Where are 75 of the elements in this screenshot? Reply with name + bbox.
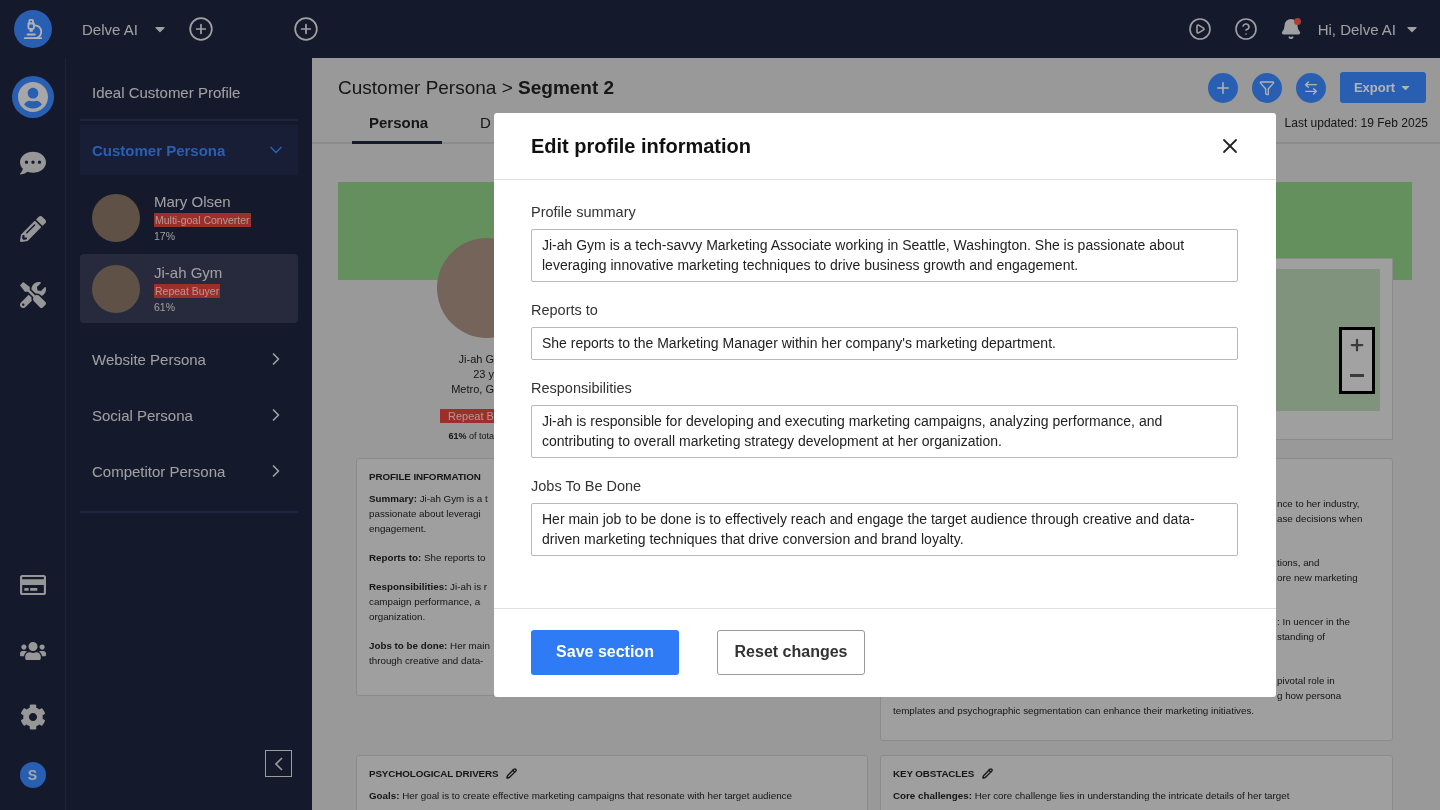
card-text: Reports to: She reports to: [369, 551, 486, 565]
card-text: : In uencer in the: [1277, 615, 1350, 629]
card-text: Goals: Her goal is to create effective marketing campaigns that resonate with her target audience: [369, 789, 792, 803]
card-text: engagement.: [369, 522, 427, 536]
card-text: templates and psychographic segmentation can enhance their marketing initiatives.: [893, 704, 1255, 718]
photo-placeholder: [92, 264, 140, 313]
edit-icon[interactable]: [506, 768, 518, 779]
add-icon[interactable]: [292, 16, 319, 42]
tab[interactable]: Persona: [352, 103, 442, 144]
nav-group[interactable]: Social Persona: [80, 387, 298, 443]
tab[interactable]: D: [480, 103, 491, 144]
microscope-logo[interactable]: [14, 10, 52, 48]
photo-placeholder: [92, 193, 140, 242]
card-text: Summary: Ji-ah Gym is a t: [369, 492, 488, 506]
field-label: Profile summary: [531, 204, 637, 220]
persona-tag: Multi-goal Converter: [154, 213, 251, 227]
add-icon[interactable]: [187, 16, 214, 42]
input-field[interactable]: She reports to the Marketing Manager within her company's marketing department.: [531, 327, 1238, 360]
field-label: Responsibilities: [531, 380, 633, 396]
card-text: pivotal role in: [1277, 674, 1335, 688]
card-title: PROFILE INFORMATION: [369, 471, 481, 482]
card-text: Core challenges: Her core challenge lies in understanding the intricate details of her target: [893, 789, 1290, 803]
field-label: Jobs To Be Done: [531, 478, 643, 494]
card-text: ore new marketing: [1277, 571, 1358, 585]
save-button[interactable]: Save section: [531, 629, 679, 675]
persona-item[interactable]: Mary Olsen Multi-goal Converter 17%: [80, 183, 298, 252]
page-title: Customer Persona > Segment 2: [338, 76, 616, 99]
help-icon[interactable]: [1233, 17, 1258, 41]
card-text: ase decisions when: [1277, 512, 1363, 526]
persona-share: 61%: [154, 301, 175, 313]
filter-button[interactable]: [1252, 72, 1282, 103]
edit-icon[interactable]: [982, 768, 994, 779]
play-icon[interactable]: [1187, 17, 1212, 41]
user-menu[interactable]: Hi, Delve AI: [1311, 19, 1426, 39]
persona-age: 23 y: [473, 367, 494, 382]
swap-icon: [1303, 79, 1319, 96]
reset-button[interactable]: Reset changes: [717, 629, 865, 675]
input-field[interactable]: Ji-ah Gym is a tech-savvy Marketing Associate working in Seattle, Washington. She is passionate about leveraging innovative marketing techniques to drive business growth and engagement.: [531, 229, 1238, 282]
input-field[interactable]: Her main job to be done is to effectively reach and engage the target audience through creative and data-driven marketing techniques that drive conversion and brand loyalty.: [531, 503, 1238, 556]
nav-group[interactable]: Website Persona: [80, 331, 298, 387]
card-text: through creative and data-: [369, 654, 484, 668]
bell-icon[interactable]: [1279, 18, 1302, 40]
card-text: campaign performance, a: [369, 595, 481, 609]
dialog-title: Edit profile information: [531, 134, 751, 158]
persona-name: Ji-ah Gym: [154, 264, 223, 281]
persona-share: 61% of tota: [448, 431, 494, 441]
nav-item[interactable]: Ideal Customer Profile: [80, 72, 298, 121]
card-text: Responsibilities: Ji-ah is r: [369, 580, 488, 594]
card-text: organization.: [369, 610, 426, 624]
nav-group[interactable]: Competitor Persona: [80, 443, 298, 499]
card-title: KEY OBSTACLES: [893, 768, 975, 779]
card-title: PSYCHOLOGICAL DRIVERS: [369, 768, 499, 779]
filter-icon: [1259, 79, 1275, 96]
persona-tag: Repeat B: [440, 409, 494, 423]
persona-location: Metro, G: [451, 382, 494, 397]
persona-name: Ji-ah G: [458, 352, 494, 367]
input-field[interactable]: Ji-ah is responsible for developing and executing marketing campaigns, analyzing performance, and contributing to overall marketing strategy development at her organization.: [531, 405, 1238, 458]
card-text: nce to her industry,: [1277, 497, 1360, 511]
swap-button[interactable]: [1296, 72, 1326, 103]
field-label: Reports to: [531, 302, 599, 318]
persona-tag: Repeat Buyer: [154, 284, 221, 298]
card-text: tions, and: [1277, 556, 1320, 570]
card-text: g how persona: [1277, 689, 1342, 703]
card-text: Jobs to be done: Her main: [369, 639, 490, 653]
persona-name: Mary Olsen: [154, 193, 231, 210]
persona-share: 17%: [154, 230, 175, 242]
card-text: passionate about leveragi: [369, 507, 481, 521]
minus-icon: [1350, 374, 1364, 378]
collapse-button[interactable]: [265, 750, 292, 777]
profile-icon[interactable]: [11, 76, 54, 118]
chevron-left-icon: [274, 756, 283, 771]
card-text: standing of: [1277, 630, 1325, 644]
workspace-name[interactable]: Delve AI: [82, 20, 138, 38]
persona-item[interactable]: Ji-ah Gym Repeat Buyer 61%: [80, 254, 298, 323]
last-updated: Last updated: 19 Feb 2025: [1284, 115, 1428, 130]
